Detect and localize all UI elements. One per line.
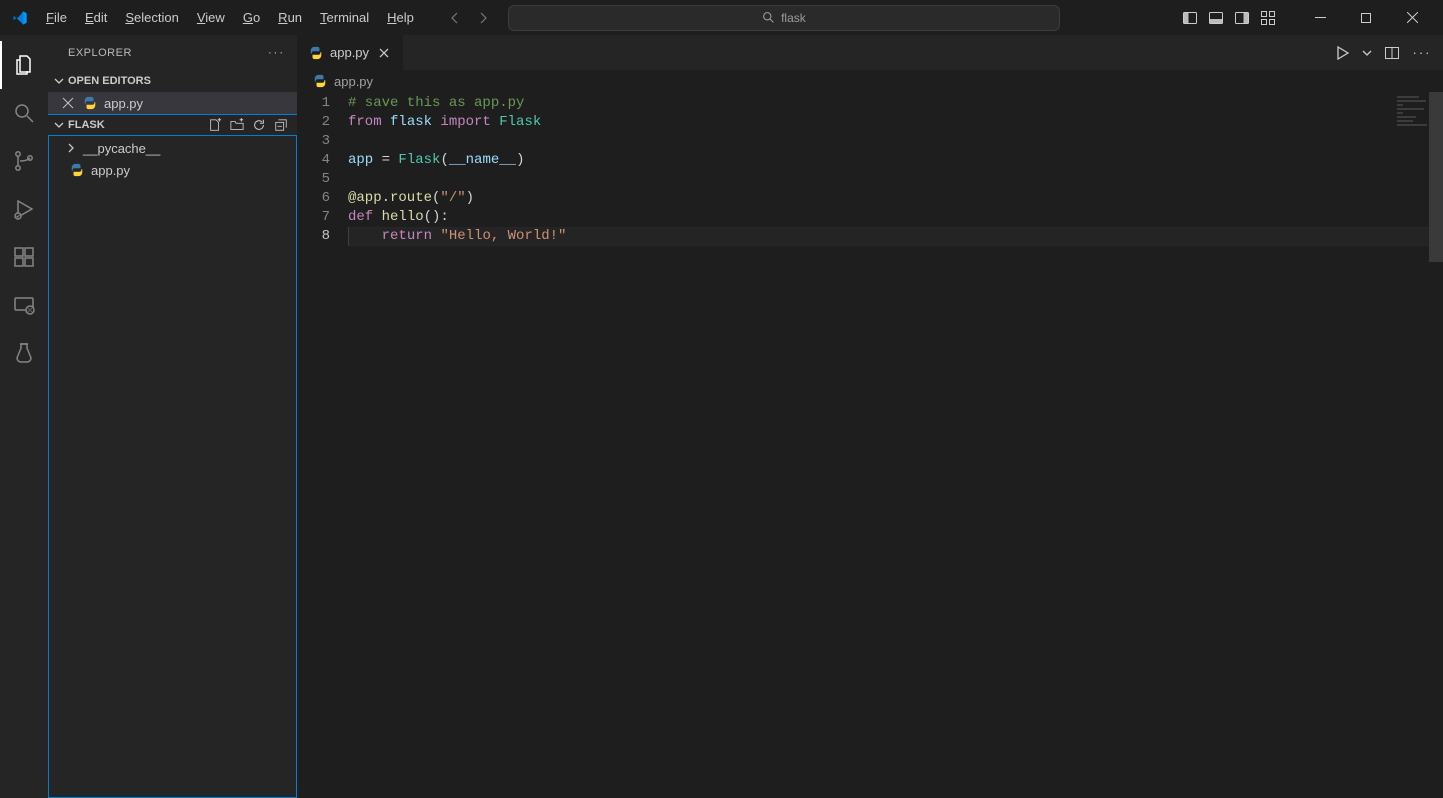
code-line[interactable]: def hello(): [348,208,1443,227]
breadcrumb-file: app.py [334,74,373,89]
menu-file[interactable]: File [38,4,75,31]
activity-remote[interactable] [0,281,48,329]
tree-file[interactable]: app.py [49,159,296,181]
activity-explorer[interactable] [0,41,48,89]
menu-run[interactable]: Run [270,4,310,31]
vscode-icon [12,10,28,26]
open-editor-name: app.py [104,96,143,111]
split-editor-icon[interactable] [1381,42,1403,64]
nav-back[interactable] [444,7,466,29]
open-editors-list: app.py [48,92,297,114]
customize-layout-icon[interactable] [1257,7,1279,29]
python-file-icon [82,95,98,111]
refresh-icon[interactable] [251,117,267,133]
menu-help[interactable]: Help [379,4,422,31]
menu: File Edit Selection View Go Run Terminal… [38,4,422,31]
code-line[interactable]: from flask import Flask [348,113,1443,132]
menu-selection[interactable]: Selection [117,4,186,31]
search-icon [762,11,775,24]
line-number: 3 [298,132,330,151]
toggle-panel-icon[interactable] [1205,7,1227,29]
close-icon[interactable] [375,44,393,62]
new-folder-icon[interactable] [229,117,245,133]
window-maximize[interactable] [1343,1,1389,34]
line-number: 7 [298,208,330,227]
code-line[interactable]: return "Hello, World!" [348,227,1443,246]
tree-folder[interactable]: __pycache__ [49,137,296,159]
code-line[interactable] [348,170,1443,189]
tree-folder-name: __pycache__ [83,141,160,156]
nav-forward[interactable] [472,7,494,29]
activity-extensions[interactable] [0,233,48,281]
project-label: FLASK [68,119,105,131]
command-center-text: flask [781,11,806,25]
more-icon[interactable]: ··· [1411,42,1433,64]
close-icon[interactable] [60,95,76,111]
python-file-icon [312,73,328,89]
tab[interactable]: app.py [298,35,404,70]
line-number: 1 [298,94,330,113]
menu-go[interactable]: Go [235,4,268,31]
new-file-icon[interactable] [207,117,223,133]
line-number: 5 [298,170,330,189]
activity-source-control[interactable] [0,137,48,185]
code-line[interactable]: @app.route("/") [348,189,1443,208]
python-file-icon [308,45,324,61]
file-tree: __pycache__ app.py [48,136,297,798]
window-minimize[interactable] [1297,1,1343,34]
title-controls [1179,1,1435,34]
sidebar: EXPLORER ··· OPEN EDITORS app.py FLASK [48,35,298,798]
sidebar-more-icon[interactable]: ··· [268,47,285,59]
editor-group: app.py ··· app.py 12345678 # save this a… [298,35,1443,798]
activity-run-debug[interactable] [0,185,48,233]
tree-file-name: app.py [91,163,130,178]
chevron-right-icon [65,143,77,153]
menu-edit[interactable]: Edit [77,4,115,31]
sidebar-title: EXPLORER [68,47,132,59]
sidebar-header: EXPLORER ··· [48,35,297,70]
activity-bar [0,35,48,798]
window-close[interactable] [1389,1,1435,34]
activity-testing[interactable] [0,329,48,377]
open-editors-header[interactable]: OPEN EDITORS [48,70,297,92]
gutter: 12345678 [298,92,348,798]
activity-search[interactable] [0,89,48,137]
line-number: 2 [298,113,330,132]
tabs-row: app.py ··· [298,35,1443,70]
nav-arrows [444,7,494,29]
toggle-primary-sidebar-icon[interactable] [1179,7,1201,29]
editor[interactable]: 12345678 # save this as app.pyfrom flask… [298,92,1443,798]
line-number: 8 [298,227,330,246]
code-line[interactable] [348,132,1443,151]
python-file-icon [69,162,85,178]
chevron-down-icon[interactable] [1361,42,1373,64]
line-number: 4 [298,151,330,170]
command-center[interactable]: flask [508,5,1060,31]
open-editors-label: OPEN EDITORS [68,75,151,87]
run-icon[interactable] [1331,42,1353,64]
chevron-down-icon [52,76,66,86]
breadcrumb[interactable]: app.py [298,70,1443,92]
open-editor-item[interactable]: app.py [48,92,297,114]
line-number: 6 [298,189,330,208]
code-line[interactable]: # save this as app.py [348,94,1443,113]
code[interactable]: # save this as app.pyfrom flask import F… [348,92,1443,798]
tab-label: app.py [330,45,369,60]
minimap[interactable] [1397,96,1429,136]
titlebar: File Edit Selection View Go Run Terminal… [0,0,1443,35]
menu-terminal[interactable]: Terminal [312,4,377,31]
collapse-all-icon[interactable] [273,117,289,133]
menu-view[interactable]: View [189,4,233,31]
scrollbar-vertical[interactable] [1429,92,1443,798]
chevron-down-icon [52,120,66,130]
project-header[interactable]: FLASK [48,114,297,136]
code-line[interactable]: app = Flask(__name__) [348,151,1443,170]
toggle-secondary-sidebar-icon[interactable] [1231,7,1253,29]
